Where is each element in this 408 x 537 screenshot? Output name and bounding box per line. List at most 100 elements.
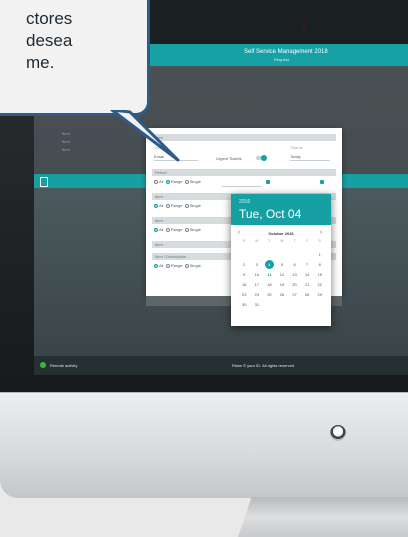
calendar-day[interactable]: 30 <box>240 300 249 309</box>
next-month-button[interactable]: › <box>320 230 322 236</box>
calendar-empty-cell <box>290 250 299 259</box>
calendar-day[interactable]: 29 <box>315 290 324 299</box>
monitor-chin <box>0 392 408 498</box>
radio-single-label: Single <box>189 179 201 184</box>
taskbar: Remote activity Rises © your ID. All rig… <box>34 356 408 375</box>
camera-icon <box>302 24 306 28</box>
weekday-label: T <box>293 239 296 243</box>
date-picker-header: 2016 Tue, Oct 04 <box>231 194 331 225</box>
radio-row: All Range Single <box>154 263 201 268</box>
calendar-day[interactable]: 1 <box>315 250 324 259</box>
radio-all-label: All <box>159 179 164 184</box>
calendar-day[interactable]: 17 <box>252 280 261 289</box>
calendar-empty-cell <box>303 250 312 259</box>
calendar-day[interactable]: 9 <box>240 270 249 279</box>
calendar-empty-cell <box>265 300 274 309</box>
radio-all[interactable] <box>154 263 158 268</box>
radio-all[interactable] <box>154 179 158 184</box>
radio-range[interactable] <box>165 179 170 184</box>
weekday-label: S <box>318 239 321 243</box>
radio-all-label: All <box>159 263 164 268</box>
radio-all-label: All <box>159 203 164 208</box>
taskbar-right-text: Rises © your ID. All rights reserved <box>232 363 295 368</box>
app-title: Self Service Management 2018 <box>244 49 328 55</box>
weekday-label: S <box>243 239 246 243</box>
calendar-day[interactable]: 5 <box>277 260 286 269</box>
weekday-label: T <box>268 239 271 243</box>
radio-range-label: Range <box>170 263 183 268</box>
power-button-icon[interactable] <box>330 425 346 441</box>
period-radio-row: All Range Single <box>154 179 201 184</box>
calendar-empty-cell <box>277 250 286 259</box>
calendar-day[interactable]: 3 <box>252 260 261 269</box>
radio-single[interactable] <box>184 179 189 184</box>
weekday-label: M <box>255 239 259 243</box>
calendar-day[interactable]: 13 <box>290 270 299 279</box>
monitor-stand <box>238 497 408 537</box>
calendar-day[interactable]: 2 <box>240 260 249 269</box>
calendar-empty-cell <box>315 300 324 309</box>
radio-single[interactable] <box>184 203 189 208</box>
calendar-day[interactable]: 28 <box>303 290 312 299</box>
calendar-day[interactable]: 24 <box>252 290 261 299</box>
radio-row: All Range Single <box>154 203 201 208</box>
range-underline <box>222 186 262 187</box>
day-grid: 1 2 3 4 5 6 7 8 9 10 11 12 13 14 15 16 17 18 19 20 21 22 23 24 2… <box>238 249 326 309</box>
radio-single[interactable] <box>184 263 189 268</box>
radio-row: All Range Single <box>154 227 201 232</box>
calendar-day[interactable]: 16 <box>240 280 249 289</box>
urgent-toggle[interactable] <box>256 155 267 161</box>
document-icon[interactable] <box>40 177 48 187</box>
calendar-day[interactable]: 25 <box>265 290 274 299</box>
time-label: Time for <box>290 146 303 150</box>
radio-all[interactable] <box>154 227 158 232</box>
radio-range[interactable] <box>165 263 170 268</box>
radio-single-label: Single <box>189 227 201 232</box>
calendar-day[interactable]: 6 <box>290 260 299 269</box>
calendar-day[interactable]: 31 <box>252 300 261 309</box>
calendar-day[interactable]: 18 <box>265 280 274 289</box>
time-select[interactable]: Today <box>290 154 301 159</box>
calendar-day[interactable]: 12 <box>277 270 286 279</box>
radio-range-label: Range <box>170 203 183 208</box>
weekday-label: W <box>280 239 284 243</box>
calendar-day[interactable]: 19 <box>277 280 286 289</box>
status-dot-icon <box>40 362 46 368</box>
calendar-empty-cell <box>252 250 261 259</box>
calendar-day[interactable]: 7 <box>303 260 312 269</box>
picker-selected-date: Tue, Oct 04 <box>239 207 302 221</box>
weekday-label: F <box>306 239 309 243</box>
calendar-day[interactable]: 11 <box>265 270 274 279</box>
radio-range[interactable] <box>165 203 170 208</box>
taskbar-left-text[interactable]: Remote activity <box>50 363 77 368</box>
calendar-day[interactable]: 20 <box>290 280 299 289</box>
radio-single-label: Single <box>189 203 201 208</box>
calendar-empty-cell <box>290 300 299 309</box>
section-header: Period <box>152 169 336 176</box>
calendar-day[interactable]: 14 <box>303 270 312 279</box>
calendar-day[interactable]: 27 <box>290 290 299 299</box>
checkbox[interactable] <box>320 180 324 184</box>
picker-year[interactable]: 2016 <box>239 199 250 205</box>
calendar-day[interactable]: 10 <box>252 270 261 279</box>
calendar-day[interactable]: 15 <box>315 270 324 279</box>
calendar-day[interactable]: 8 <box>315 260 324 269</box>
radio-all[interactable] <box>154 203 158 208</box>
time-underline <box>290 160 330 161</box>
toggle-label: Urgent Tickets <box>216 156 242 161</box>
radio-range[interactable] <box>165 227 170 232</box>
radio-range-label: Range <box>170 179 183 184</box>
calendar-empty-cell <box>265 250 274 259</box>
calendar-day[interactable]: 22 <box>315 280 324 289</box>
checkbox[interactable] <box>266 180 270 184</box>
radio-single[interactable] <box>184 227 189 232</box>
calendar-empty-cell <box>240 250 249 259</box>
calendar-day[interactable]: 23 <box>240 290 249 299</box>
calendar-day[interactable]: 21 <box>303 280 312 289</box>
date-picker: 2016 Tue, Oct 04 ‹ October 2016 › SMTWTF… <box>231 194 331 326</box>
calendar-day[interactable]: 4 <box>264 259 274 269</box>
calendar-empty-cell <box>277 300 286 309</box>
app-subtitle: Request <box>274 57 289 62</box>
calendar-empty-cell <box>303 300 312 309</box>
calendar-day[interactable]: 26 <box>277 290 286 299</box>
